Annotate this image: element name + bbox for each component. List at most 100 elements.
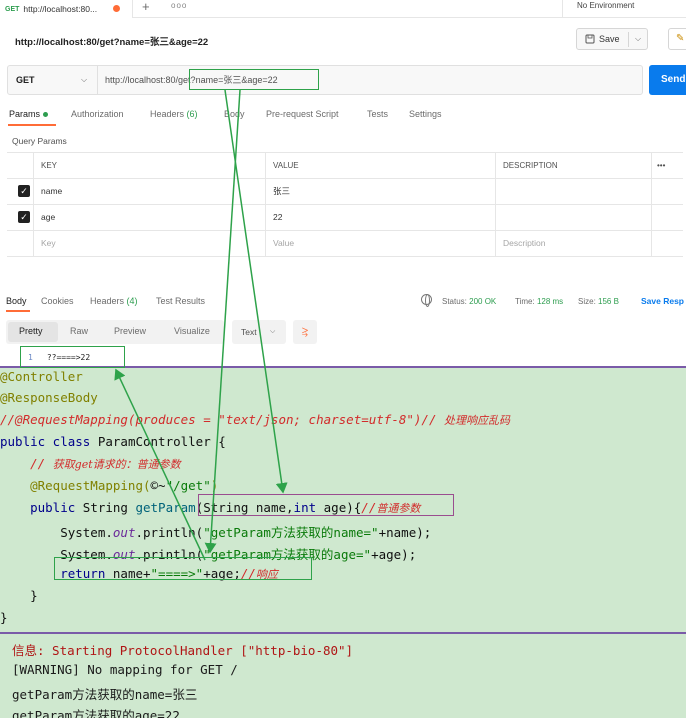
row-checkbox[interactable]: ✓ [18, 211, 30, 223]
console-line: getParam方法获取的age=22 [12, 708, 180, 718]
tab-label: Body [6, 296, 27, 306]
tab-strip: GET http://localhost:80... + ooo No Envi… [0, 0, 686, 18]
response-tab-body[interactable]: Body [6, 296, 27, 306]
globe-icon[interactable] [421, 294, 432, 307]
value-input[interactable]: Value [273, 231, 294, 256]
active-tab-underline [8, 124, 56, 126]
status-value: 200 OK [469, 297, 497, 306]
request-title: http://localhost:80/get?name=张三&age=22 [15, 37, 209, 48]
environment-select[interactable]: No Environment [562, 0, 686, 18]
params-table: KEY VALUE DESCRIPTION ••• ✓ name 张三 ✓ ag… [7, 152, 683, 257]
tab-tests[interactable]: Tests [367, 109, 388, 119]
active-tab-underline [6, 310, 30, 312]
param-value[interactable]: 张三 [273, 179, 290, 204]
table-row-new: Key Value Description [7, 231, 683, 257]
console-line: [WARNING] No mapping for GET / [12, 662, 238, 677]
console-line: getParam方法获取的name=张三 [12, 687, 198, 702]
code-line: } [0, 610, 8, 625]
column-header-description: DESCRIPTION [503, 161, 558, 170]
description-input[interactable]: Description [503, 231, 546, 256]
code-line: @RequestMapping(©~"/get") [0, 478, 219, 493]
method-label: GET [16, 75, 35, 85]
key-input[interactable]: Key [41, 231, 56, 256]
code-line: @ResponseBody [0, 390, 98, 405]
tab-label: Pre-request Script [266, 109, 339, 119]
text-format-select[interactable]: Text ⌵ [232, 320, 286, 344]
tab-count: (4) [126, 296, 138, 306]
tab-label: Cookies [41, 296, 74, 306]
code-line: System.out.println("getParam方法获取的name="+… [0, 525, 432, 540]
wrap-lines-icon[interactable]: ⥸ [293, 320, 317, 344]
url-base: http://localhost:80/ [105, 75, 179, 85]
more-tabs-icon[interactable]: ooo [171, 1, 187, 10]
column-header-key: KEY [41, 161, 58, 170]
query-params-label: Query Params [12, 136, 67, 146]
url-bar: GET ⌵ http://localhost:80/get?name=张三&ag… [7, 65, 643, 95]
chevron-down-icon: ⌵ [81, 75, 88, 84]
code-line: @Controller [0, 369, 83, 384]
tab-authorization[interactable]: Authorization [71, 109, 124, 119]
console-output: 信息: Starting ProtocolHandler ["http-bio-… [0, 632, 686, 718]
table-row: ✓ age 22 [7, 205, 683, 231]
chevron-down-icon: ⌵ [270, 328, 276, 335]
response-highlight-box [20, 346, 125, 368]
code-line: //@RequestMapping(produces = "text/json;… [0, 412, 511, 427]
code-line: // 获取get请求的：普通参数 [0, 456, 181, 471]
tab-body[interactable]: Body [224, 109, 245, 119]
response-time: Time: 128 ms [515, 297, 564, 306]
tab-title: http://localhost:80... [23, 4, 98, 14]
new-tab-plus-icon[interactable]: + [142, 0, 150, 14]
return-highlight-box [54, 557, 312, 580]
tab-label: Settings [409, 109, 442, 119]
response-tab-cookies[interactable]: Cookies [41, 296, 74, 306]
tab-settings[interactable]: Settings [409, 109, 442, 119]
params-highlight-box [198, 494, 454, 516]
save-response-button[interactable]: Save Resp [641, 296, 684, 306]
format-pretty[interactable]: Pretty [19, 326, 43, 336]
tab-count: (6) [186, 109, 198, 119]
tab-label: Headers [90, 296, 125, 306]
code-line: public class ParamController { [0, 434, 226, 449]
response-status: Status: 200 OK [442, 297, 497, 306]
tab-label: Headers [150, 109, 185, 119]
format-raw[interactable]: Raw [70, 326, 88, 336]
chevron-down-icon[interactable]: ⌵ [635, 34, 641, 44]
unsaved-dot-icon [113, 5, 120, 12]
save-icon [585, 34, 595, 44]
response-tab-headers[interactable]: Headers (4) [90, 296, 138, 306]
tab-params[interactable]: Params [9, 109, 49, 119]
url-query-highlight-box [189, 69, 319, 90]
response-tab-test-results[interactable]: Test Results [156, 296, 205, 306]
tab-label: Params [9, 109, 41, 119]
format-preview[interactable]: Preview [114, 326, 146, 336]
param-key[interactable]: name [41, 179, 62, 204]
send-button[interactable]: Send [649, 65, 686, 95]
tab-pre-request-script[interactable]: Pre-request Script [266, 109, 339, 119]
column-header-value: VALUE [273, 161, 299, 170]
method-select[interactable]: GET ⌵ [8, 66, 98, 94]
params-indicator-icon [43, 112, 49, 118]
tab-label: Body [224, 109, 245, 119]
edit-pencil-icon[interactable]: ✎ [668, 28, 686, 50]
save-label: Save [599, 34, 620, 44]
param-key[interactable]: age [41, 205, 55, 230]
tab-label: Authorization [71, 109, 124, 119]
tab-headers[interactable]: Headers (6) [150, 109, 198, 119]
save-button[interactable]: Save ⌵ [576, 28, 648, 50]
console-line: 信息: Starting ProtocolHandler ["http-bio-… [12, 643, 354, 658]
param-value[interactable]: 22 [273, 205, 282, 230]
time-value: 128 ms [536, 297, 564, 306]
format-tabs: Pretty Raw Preview Visualize [6, 320, 224, 344]
table-header-row: KEY VALUE DESCRIPTION ••• [7, 153, 683, 179]
format-visualize[interactable]: Visualize [174, 326, 210, 336]
code-line: } [0, 588, 38, 603]
column-options-icon[interactable]: ••• [657, 153, 665, 178]
table-row: ✓ name 张三 [7, 179, 683, 205]
tab-label: Test Results [156, 296, 206, 306]
tab-method: GET [5, 5, 20, 13]
response-size: Size: 156 B [578, 297, 619, 306]
size-value: 156 B [598, 297, 619, 306]
row-checkbox[interactable]: ✓ [18, 185, 30, 197]
tab-label: Tests [367, 109, 389, 119]
request-tab[interactable]: GET http://localhost:80... [0, 0, 133, 18]
